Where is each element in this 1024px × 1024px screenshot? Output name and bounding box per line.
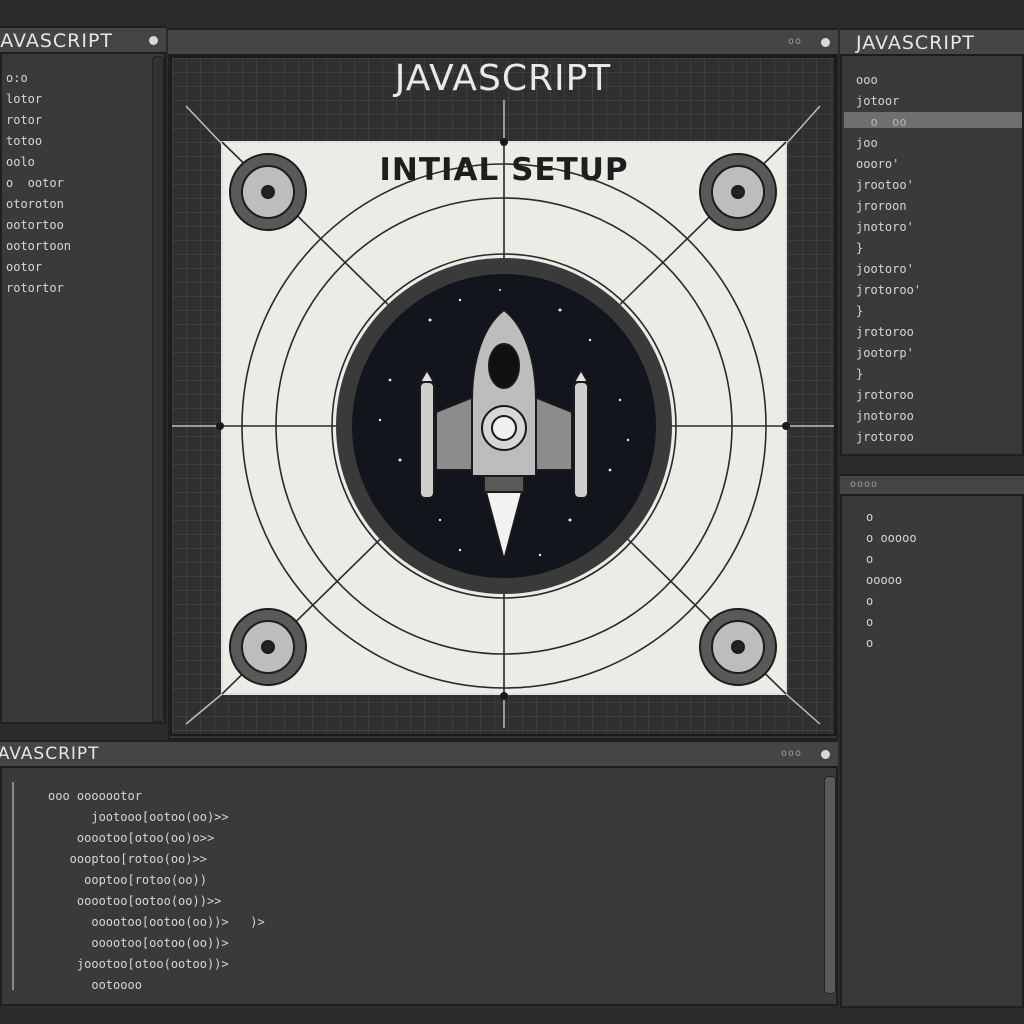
- left-scrollbar[interactable]: [152, 56, 164, 722]
- code-line: rotortor: [6, 281, 64, 295]
- code-line: o: [866, 594, 874, 608]
- code-line: }: [856, 241, 864, 255]
- code-line: jootooo[ootoo(oo)>>: [48, 810, 229, 824]
- code-line: o:o: [6, 71, 28, 85]
- code-line: ootor: [6, 260, 43, 274]
- code-line: ooptoo[rotoo(oo)): [48, 873, 207, 887]
- code-line: ootortoo: [6, 218, 64, 232]
- code-line: jootoro': [856, 262, 914, 276]
- code-line: jrotoroo: [856, 388, 914, 402]
- right-bottom-titlebar: oooo: [840, 476, 1024, 496]
- main-title: JAVASCRIPT: [394, 58, 612, 99]
- code-line: ooo: [856, 73, 878, 87]
- code-line: oooptoo[rotoo(oo)>>: [48, 852, 207, 866]
- center-panel-titlebar: oo: [168, 30, 838, 56]
- selected-line-highlight[interactable]: [844, 112, 1022, 128]
- code-line: jnotoro': [856, 220, 914, 234]
- code-line: ooo ooooootor: [48, 789, 142, 803]
- left-code-lines: o:o lotor rotor totoo oolo o ootor otoroton oot…: [6, 68, 71, 299]
- code-line: oooro': [856, 157, 900, 171]
- close-dot-icon[interactable]: [821, 750, 830, 759]
- code-line: o: [866, 615, 874, 629]
- code-line: otoroton: [6, 197, 64, 211]
- code-line: jrootoo': [856, 178, 914, 192]
- code-line: jrotoroo: [856, 430, 914, 444]
- code-line: totoo: [6, 134, 43, 148]
- left-panel-titlebar: JAVASCRIPT: [0, 28, 166, 54]
- code-line: ooootoo[ootoo(oo))> )>: [48, 915, 265, 929]
- code-line: o ootor: [6, 176, 64, 190]
- right-bottom-header-dots: oooo: [850, 479, 879, 490]
- code-line: o: [866, 636, 874, 650]
- code-line: ootoooo: [48, 978, 142, 992]
- code-line: }: [856, 304, 864, 318]
- bottom-scrollbar[interactable]: [824, 776, 836, 994]
- bottom-panel-title: JAVASCRIPT: [0, 744, 100, 764]
- code-line: jrotoroo: [856, 325, 914, 339]
- code-line: ooootoo[otoo(oo)o>>: [48, 831, 215, 845]
- close-dot-icon[interactable]: [149, 36, 158, 45]
- line-gutter: [12, 782, 14, 990]
- right-bottom-panel: oooo oo ooooo o ooooo o o o: [840, 474, 1024, 1008]
- code-line: o ooooo: [866, 531, 917, 545]
- code-line: jotoor: [856, 94, 900, 108]
- code-line: lotor: [6, 92, 43, 106]
- center-header-dots: oo: [787, 36, 802, 47]
- code-line: o: [866, 510, 874, 524]
- close-dot-icon[interactable]: [821, 38, 830, 47]
- code-line: o: [866, 552, 874, 566]
- code-line: joootoo[otoo(ootoo))>: [48, 957, 229, 971]
- code-line: ooooo: [866, 573, 903, 587]
- right-top-panel-title: JAVASCRIPT: [856, 32, 976, 54]
- bottom-header-dots: ooo: [780, 748, 802, 759]
- left-code-panel: JAVASCRIPT o:o lotor rotor totoo oolo o ootor…: [0, 26, 166, 724]
- right-bottom-code-lines: oo ooooo o ooooo o o o: [866, 506, 917, 653]
- code-line: jootorp': [856, 346, 914, 360]
- bottom-panel-titlebar: JAVASCRIPT ooo: [0, 742, 838, 768]
- left-panel-title: JAVASCRIPT: [0, 30, 114, 52]
- code-line: rotor: [6, 113, 43, 127]
- code-line: joo: [856, 136, 878, 150]
- code-line: oolo: [6, 155, 35, 169]
- code-line: ooootoo[ootoo(oo))>: [48, 936, 229, 950]
- card-title: INTIAL SETUP: [379, 152, 629, 188]
- code-line: jnotoroo: [856, 409, 914, 423]
- code-line: ooootoo[ootoo(oo))>>: [48, 894, 222, 908]
- bottom-code-lines: ooo ooooootor jootooo[ootoo(oo)>> ooooto…: [48, 786, 265, 996]
- bottom-code-panel: JAVASCRIPT ooo ooo ooooootor jootooo[oot…: [0, 740, 838, 1006]
- code-line: ootortoon: [6, 239, 72, 253]
- code-line: jroroon: [856, 199, 907, 213]
- right-top-code-panel: JAVASCRIPT ooojotoor o oojoooooro'jrooto…: [840, 28, 1024, 456]
- code-line: }: [856, 367, 864, 381]
- right-top-titlebar: JAVASCRIPT: [840, 30, 1024, 56]
- code-line: jrotoroo': [856, 283, 922, 297]
